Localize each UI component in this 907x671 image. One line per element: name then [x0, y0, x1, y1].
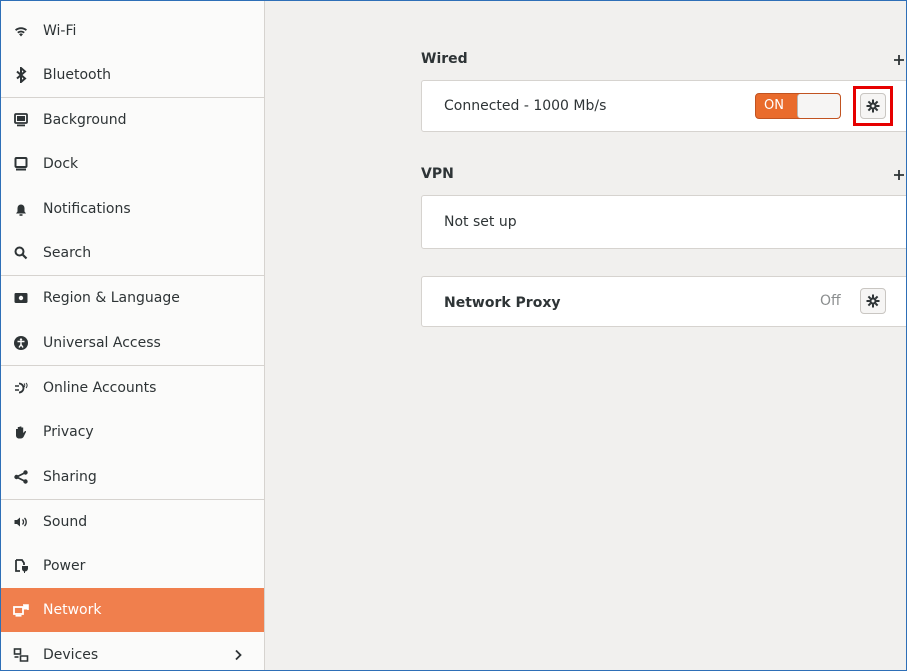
region-icon: [13, 290, 29, 306]
add-wired-icon[interactable]: [892, 53, 906, 67]
sidebar-item-network[interactable]: Network: [1, 588, 264, 632]
bluetooth-icon: [13, 67, 29, 83]
sidebar-item-wifi[interactable]: Wi-Fi: [1, 9, 264, 53]
sidebar-item-label: Dock: [43, 156, 79, 172]
sidebar-item-label: Power: [43, 558, 86, 574]
bell-icon: [13, 201, 29, 217]
toggle-on-label: ON: [764, 98, 784, 113]
speaker-icon: [13, 514, 29, 530]
sidebar-item-sharing[interactable]: Sharing: [1, 455, 264, 499]
vpn-status: Not set up: [444, 214, 517, 230]
sidebar-item-background[interactable]: Background: [1, 98, 264, 142]
sidebar-item-label: Background: [43, 112, 127, 128]
sidebar: Wi-Fi Bluetooth Background Dock Notifica…: [1, 1, 265, 670]
wired-connection-status: Connected - 1000 Mb/s: [444, 98, 607, 114]
network-icon: [13, 602, 29, 618]
sidebar-item-label: Universal Access: [43, 335, 161, 351]
sidebar-item-dock[interactable]: Dock: [1, 142, 264, 186]
search-icon: [13, 245, 29, 261]
sidebar-item-label: Wi-Fi: [43, 23, 77, 39]
sidebar-item-label: Devices: [43, 647, 99, 663]
sidebar-item-label: Network: [43, 602, 102, 618]
sidebar-item-search[interactable]: Search: [1, 231, 264, 275]
sidebar-item-devices[interactable]: Devices: [1, 633, 264, 670]
network-proxy-title: Network Proxy: [444, 295, 561, 311]
sidebar-item-online-accounts[interactable]: Online Accounts: [1, 366, 264, 410]
settings-window: Wi-Fi Bluetooth Background Dock Notifica…: [0, 0, 907, 671]
wired-toggle[interactable]: ON: [755, 93, 841, 119]
gear-icon: [866, 294, 880, 308]
universal-access-icon: [13, 335, 29, 351]
vpn-row: Not set up: [421, 195, 906, 249]
sidebar-item-label: Search: [43, 245, 92, 261]
sidebar-item-label: Sharing: [43, 469, 97, 485]
sidebar-item-sound[interactable]: Sound: [1, 500, 264, 544]
sidebar-item-region-language[interactable]: Region & Language: [1, 276, 264, 320]
sidebar-item-privacy[interactable]: Privacy: [1, 410, 264, 454]
wired-connection-row: Connected - 1000 Mb/s ON: [421, 80, 906, 132]
dock-icon: [13, 156, 29, 172]
chevron-right-icon: [235, 649, 242, 661]
sidebar-item-notifications[interactable]: Notifications: [1, 187, 264, 231]
network-proxy-settings-button[interactable]: [860, 288, 886, 314]
vpn-section-title: VPN: [421, 166, 454, 182]
sidebar-item-bluetooth[interactable]: Bluetooth: [1, 53, 264, 97]
toggle-knob: [797, 94, 840, 118]
sidebar-item-label: Privacy: [43, 424, 94, 440]
sidebar-item-label: Sound: [43, 514, 88, 530]
wifi-icon: [13, 23, 29, 39]
online-accounts-icon: [13, 380, 29, 396]
network-panel: Wired Connected - 1000 Mb/s ON VPN Not s…: [265, 1, 906, 670]
sidebar-item-label: Notifications: [43, 201, 131, 217]
highlight-annotation: [853, 86, 893, 126]
sidebar-item-label: Region & Language: [43, 290, 180, 306]
network-proxy-row[interactable]: Network Proxy Off: [421, 276, 906, 327]
wired-section-title: Wired: [421, 51, 468, 67]
network-proxy-status: Off: [820, 293, 841, 309]
sidebar-item-label: Bluetooth: [43, 67, 111, 83]
power-plug-icon: [13, 558, 29, 574]
share-icon: [13, 469, 29, 485]
add-vpn-icon[interactable]: [892, 168, 906, 182]
devices-icon: [13, 647, 29, 663]
hand-icon: [13, 424, 29, 440]
background-icon: [13, 112, 29, 128]
sidebar-item-label: Online Accounts: [43, 380, 157, 396]
sidebar-item-power[interactable]: Power: [1, 544, 264, 588]
sidebar-item-universal-access[interactable]: Universal Access: [1, 321, 264, 365]
